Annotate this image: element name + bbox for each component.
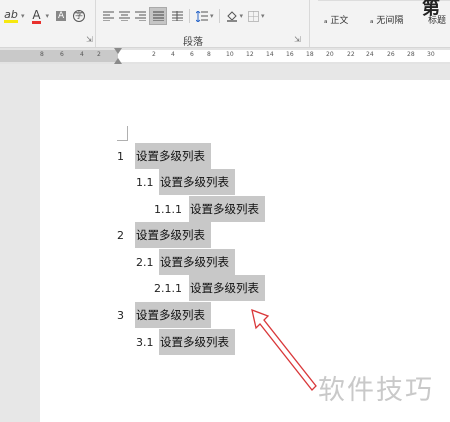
list-item[interactable]: 3 设置多级列表 (117, 302, 211, 328)
style-heading-preview: 第 (422, 0, 440, 19)
ruler-tick: 2 (152, 51, 156, 58)
align-left-button[interactable] (101, 8, 115, 24)
font-format-row: ab ▾ A ▾ A 字 (2, 6, 86, 26)
hanging-indent-icon[interactable] (114, 58, 122, 64)
list-text[interactable]: 设置多级列表 (189, 196, 265, 222)
highlighter-icon: ab (4, 8, 18, 23)
borders-dropdown-icon[interactable]: ▾ (261, 12, 265, 20)
align-center-icon (118, 11, 130, 21)
list-number: 1.1 (136, 175, 154, 189)
list-item[interactable]: 2.1 设置多级列表 (136, 249, 235, 275)
ruler-tick: 26 (387, 51, 395, 58)
enclose-char-icon: 字 (73, 10, 86, 22)
ruler-tick: 6 (60, 51, 64, 58)
borders-icon (247, 10, 259, 22)
list-number: 2.1 (136, 255, 154, 269)
align-right-button[interactable] (133, 8, 147, 24)
char-shading-button[interactable]: A (54, 8, 68, 24)
style-normal[interactable]: ₐ 正文 (324, 13, 348, 26)
borders-button[interactable] (246, 8, 260, 24)
align-right-icon (134, 11, 146, 21)
paragraph-group-label: 段落 (183, 37, 203, 48)
list-number: 2 (117, 228, 124, 242)
list-text[interactable]: 设置多级列表 (135, 143, 211, 169)
list-item[interactable]: 2 设置多级列表 (117, 222, 211, 248)
paint-bucket-icon (226, 11, 237, 22)
ruler-tick: 28 (407, 51, 415, 58)
list-number: 3.1 (136, 335, 154, 349)
align-center-button[interactable] (117, 8, 131, 24)
ruler-tick: 4 (171, 51, 175, 58)
list-text[interactable]: 设置多级列表 (159, 249, 235, 275)
annotation-arrow-icon (251, 308, 317, 391)
ruler-tick: 22 (347, 51, 355, 58)
horizontal-ruler[interactable]: 8 6 4 2 2 4 6 8 10 12 14 16 18 20 22 24 26 28 30 (0, 48, 450, 64)
list-text[interactable]: 设置多级列表 (159, 329, 235, 355)
list-item[interactable]: 1.1 设置多级列表 (136, 169, 235, 195)
line-spacing-button[interactable] (195, 8, 209, 24)
list-number: 1 (117, 149, 124, 163)
text-highlight-button[interactable]: ab (2, 8, 20, 24)
distributed-icon (171, 11, 183, 21)
line-spacing-dropdown-icon[interactable]: ▾ (210, 12, 214, 20)
style-no-spacing[interactable]: ₐ 无间隔 (370, 13, 403, 26)
font-dialog-launcher-icon[interactable]: ⇲ (86, 35, 93, 44)
justify-button[interactable] (149, 7, 167, 25)
highlight-dropdown-icon[interactable]: ▾ (21, 12, 25, 20)
list-item[interactable]: 1.1.1 设置多级列表 (154, 196, 265, 222)
char-shading-icon: A (55, 11, 67, 21)
ruler-tick: 8 (207, 51, 211, 58)
ruler-tick: 16 (286, 51, 294, 58)
ruler-tick: 24 (366, 51, 374, 58)
ruler-tick: 30 (427, 51, 435, 58)
font-color-button[interactable]: A (29, 8, 45, 24)
shading-button[interactable] (225, 8, 239, 24)
margin-corner-mark (117, 126, 128, 141)
align-left-icon (102, 11, 114, 21)
ribbon: ab ▾ A ▾ A 字 ⇲ ▾ ▾ ▾ 段落 ⇲ ₐ 正文 ₐ 无间隔 标题 … (0, 0, 450, 48)
ruler-tick: 12 (246, 51, 254, 58)
ruler-tick: 10 (226, 51, 234, 58)
first-line-indent-icon[interactable] (114, 48, 122, 54)
ruler-tick: 2 (97, 51, 101, 58)
shading-dropdown-icon[interactable]: ▾ (240, 12, 244, 20)
list-item[interactable]: 3.1 设置多级列表 (136, 329, 235, 355)
ruler-tick: 14 (266, 51, 274, 58)
list-text[interactable]: 设置多级列表 (135, 222, 211, 248)
enclose-char-button[interactable]: 字 (72, 8, 86, 24)
paragraph-row: ▾ ▾ ▾ (101, 6, 265, 26)
list-item[interactable]: 1 设置多级列表 (117, 143, 211, 169)
ruler-tick: 20 (326, 51, 334, 58)
list-text[interactable]: 设置多级列表 (189, 275, 265, 301)
list-item[interactable]: 2.1.1 设置多级列表 (154, 275, 265, 301)
distributed-button[interactable] (170, 8, 184, 24)
list-number: 1.1.1 (154, 202, 182, 216)
font-color-dropdown-icon[interactable]: ▾ (46, 12, 50, 20)
ruler-tick: 8 (40, 51, 44, 58)
list-number: 2.1.1 (154, 281, 182, 295)
list-text[interactable]: 设置多级列表 (159, 169, 235, 195)
line-spacing-icon (196, 10, 208, 22)
paragraph-dialog-launcher-icon[interactable]: ⇲ (294, 35, 301, 44)
justify-icon (152, 11, 164, 21)
watermark: 软件技巧 (318, 375, 434, 406)
ruler-tick: 18 (306, 51, 314, 58)
list-text[interactable]: 设置多级列表 (135, 302, 211, 328)
font-color-icon: A (32, 7, 41, 24)
ruler-tick: 6 (190, 51, 194, 58)
list-number: 3 (117, 308, 124, 322)
ruler-tick: 4 (80, 51, 84, 58)
